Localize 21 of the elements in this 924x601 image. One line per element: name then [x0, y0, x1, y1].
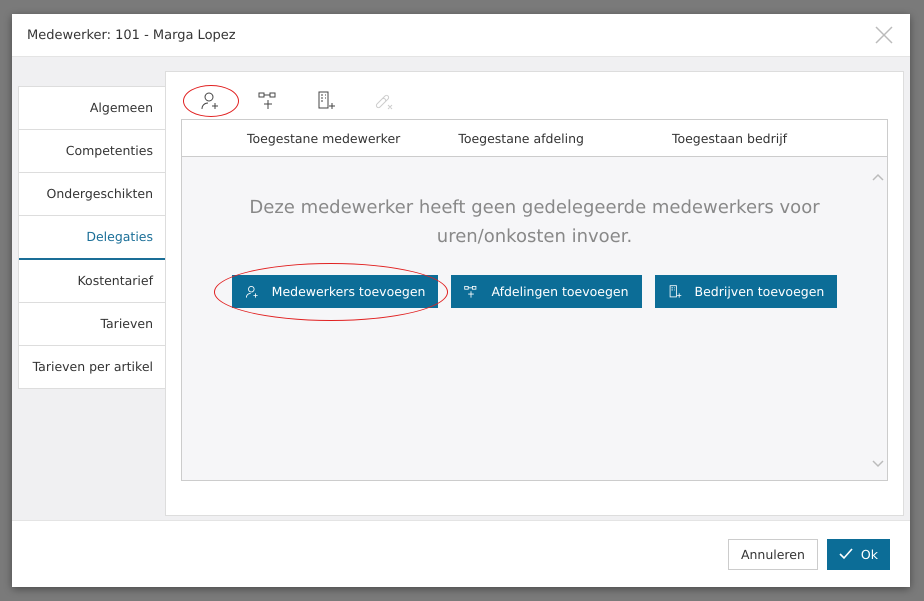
- add-button[interactable]: Bedrijven toevoegen: [654, 275, 838, 308]
- building-add-icon[interactable]: [316, 91, 336, 111]
- add-button[interactable]: Afdelingen toevoegen: [451, 275, 642, 308]
- person-add-icon[interactable]: [200, 91, 220, 111]
- org-chart-add-icon: [464, 284, 478, 298]
- empty-message: Deze medewerker heeft geen gedelegeerde medewerkers voor uren/onkosten invoer.: [248, 196, 821, 249]
- tab[interactable]: Tarieven per artikel: [19, 346, 165, 388]
- org-chart-add-icon[interactable]: [258, 91, 278, 111]
- checkmark-icon: [838, 548, 853, 560]
- cancel-button[interactable]: Annuleren: [728, 538, 818, 570]
- column-header[interactable]: Toegestane afdeling: [458, 130, 584, 146]
- add-button[interactable]: Medewerkers toevoegen: [232, 275, 438, 308]
- person-add-icon: [244, 284, 259, 298]
- dialog-title: Medewerker: 101 - Marga Lopez: [27, 28, 236, 42]
- column-header[interactable]: Toegestane medewerker: [247, 130, 400, 146]
- close-icon[interactable]: [874, 25, 894, 45]
- scroll-up-icon[interactable]: [872, 173, 884, 181]
- building-add-icon: [668, 284, 682, 298]
- scroll-down-icon[interactable]: [872, 460, 884, 468]
- ok-button[interactable]: Ok: [826, 538, 890, 570]
- column-header[interactable]: Toegestaan bedrijf: [672, 130, 788, 146]
